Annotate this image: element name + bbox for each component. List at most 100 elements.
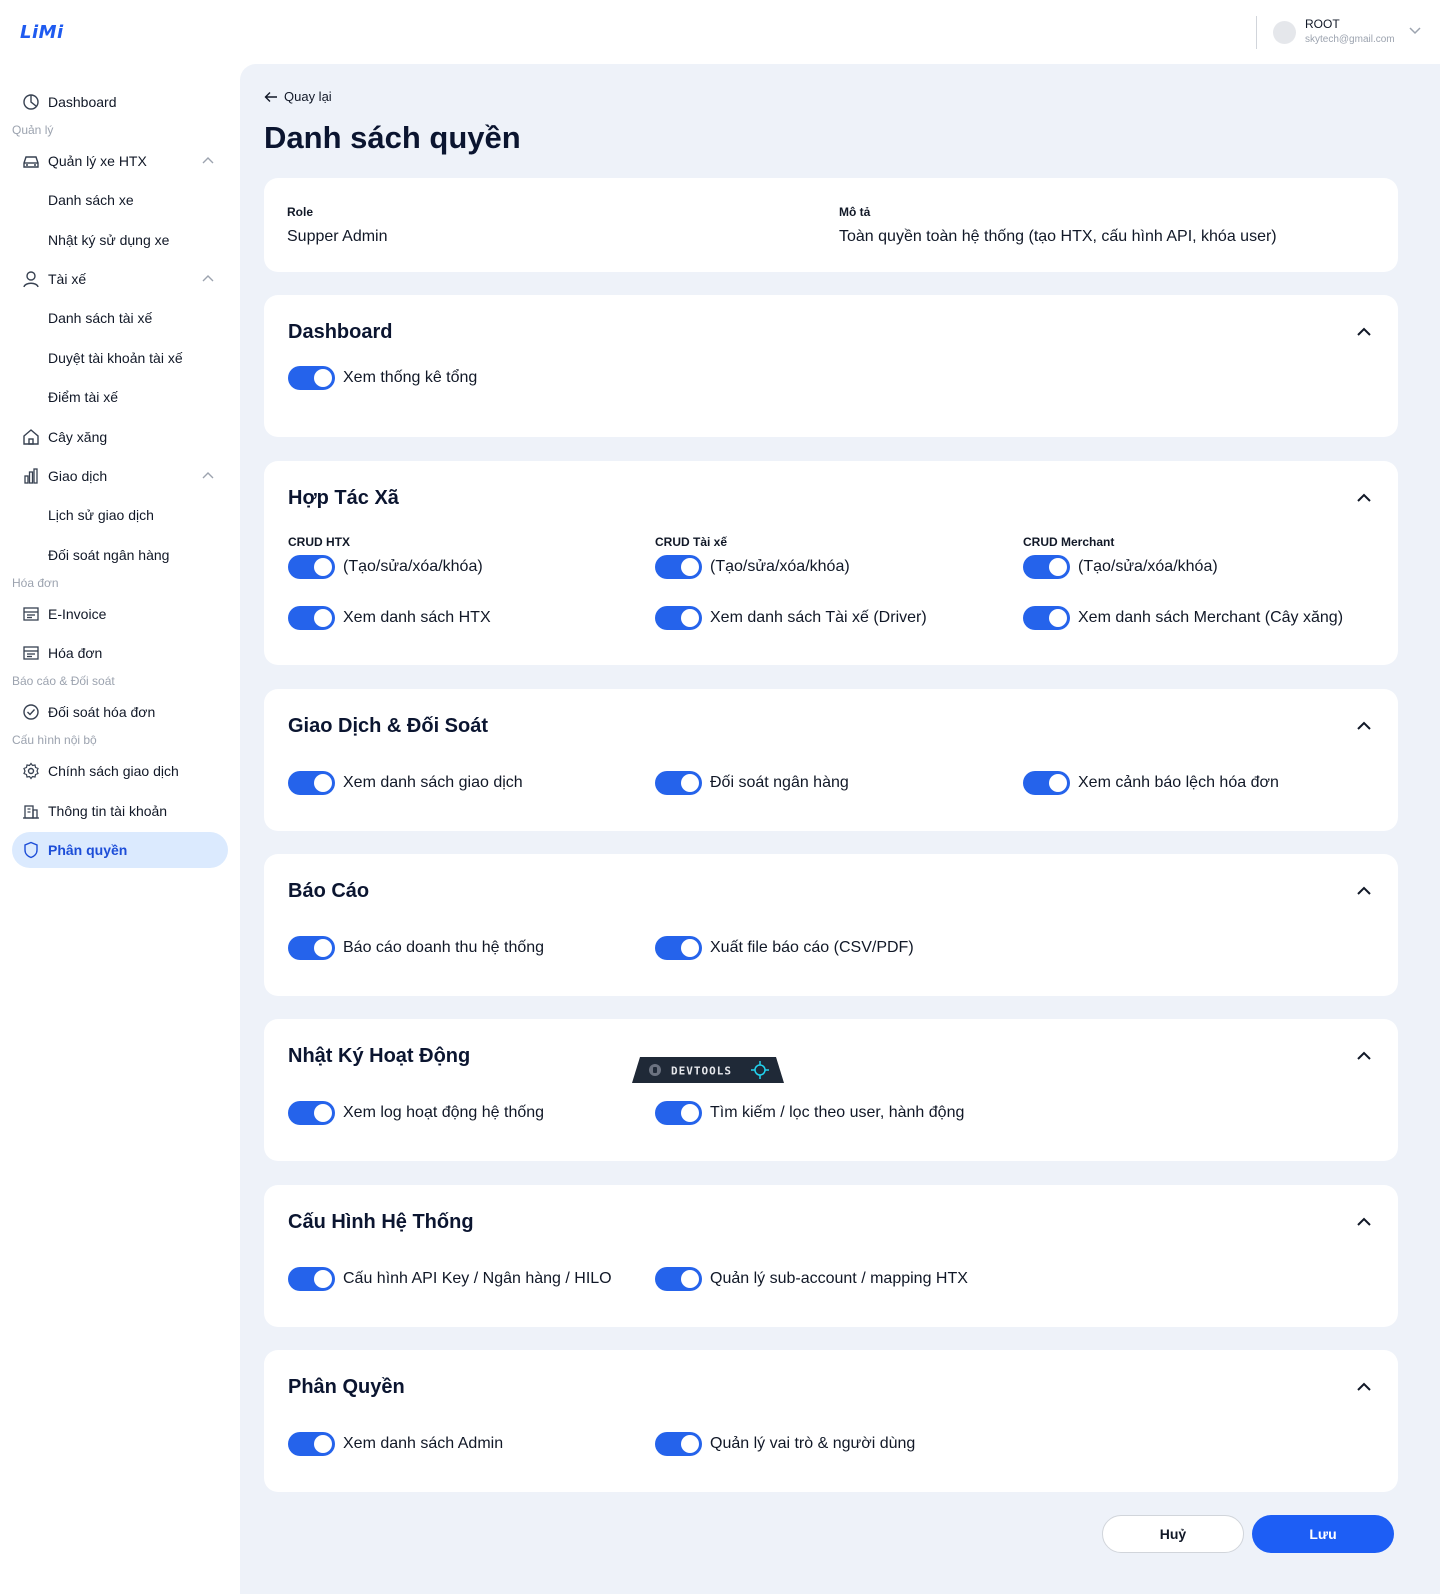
sidebar-item-nhat-ky-xe[interactable]: Nhật ký sử dụng xe [12, 222, 228, 258]
bar-chart-icon [24, 468, 38, 484]
sidebar-section-label: Cấu hình nội bộ [12, 733, 97, 747]
cancel-button[interactable]: Huỷ [1102, 1515, 1244, 1553]
sidebar-item-tai-xe[interactable]: Tài xế [12, 261, 228, 297]
permission-item: (Tạo/sửa/xóa/khóa) [655, 555, 850, 579]
chevron-up-icon[interactable] [1356, 1382, 1372, 1392]
permission-item: Xem log hoạt động hệ thống [288, 1101, 544, 1125]
permission-label: Xem danh sách Admin [343, 1435, 504, 1452]
shield-icon [24, 841, 38, 859]
sidebar-item-label: Phân quyền [48, 842, 128, 858]
permission-label: (Tạo/sửa/xóa/khóa) [710, 558, 850, 575]
sidebar-item-chinh-sach[interactable]: Chính sách giao dịch [12, 753, 228, 789]
permission-toggle[interactable] [1023, 771, 1070, 795]
save-button[interactable]: Lưu [1252, 1515, 1394, 1553]
section-title: Hợp Tác Xã [288, 487, 399, 509]
sidebar-item-hoa-don[interactable]: Hóa đơn [12, 635, 228, 671]
sidebar-item-danh-sach-xe[interactable]: Danh sách xe [12, 182, 228, 218]
sidebar-item-label: Nhật ký sử dụng xe [48, 232, 170, 248]
permission-toggle[interactable] [655, 1101, 702, 1125]
permission-toggle[interactable] [1023, 555, 1070, 579]
chevron-up-icon[interactable] [202, 471, 214, 479]
chevron-up-icon[interactable] [1356, 493, 1372, 503]
permission-label: Xem danh sách giao dịch [343, 774, 523, 791]
sidebar-item-xe-htx[interactable]: Quản lý xe HTX [12, 143, 228, 179]
permission-item: Xuất file báo cáo (CSV/PDF) [655, 936, 914, 960]
chevron-up-icon[interactable] [202, 156, 214, 164]
chevron-up-icon[interactable] [202, 274, 214, 282]
sidebar-section-label: Hóa đơn [12, 576, 59, 590]
section-htx: Hợp Tác Xã CRUD HTX CRUD Tài xế CRUD Mer… [264, 461, 1398, 665]
permission-toggle[interactable] [655, 936, 702, 960]
section-nhat-ky: Nhật Ký Hoạt Động Xem log hoạt động hệ t… [264, 1019, 1398, 1161]
permission-label: Cấu hình API Key / Ngân hàng / HILO [343, 1270, 612, 1287]
permission-item: Tìm kiếm / lọc theo user, hành động [655, 1101, 964, 1125]
sidebar-item-duyet-tai-khoan[interactable]: Duyệt tài khoản tài xế [12, 340, 228, 376]
chevron-up-icon[interactable] [1356, 721, 1372, 731]
permission-toggle[interactable] [655, 555, 702, 579]
permission-item: (Tạo/sửa/xóa/khóa) [1023, 555, 1218, 579]
sidebar-item-label: Thông tin tài khoản [48, 803, 168, 819]
chevron-up-icon[interactable] [1356, 1051, 1372, 1061]
permission-toggle[interactable] [288, 771, 335, 795]
permission-toggle[interactable] [288, 1267, 335, 1291]
sidebar-item-dashboard[interactable]: Dashboard [12, 84, 228, 120]
sidebar-item-doi-soat-ngan-hang[interactable]: Đối soát ngân hàng [12, 537, 228, 573]
section-title: Nhật Ký Hoạt Động [288, 1045, 471, 1067]
sidebar-item-label: Duyệt tài khoản tài xế [48, 350, 183, 366]
devtools-label: DEVTOOLS [671, 1065, 732, 1078]
top-bar: LiMi ROOT skytech@gmail.com [0, 0, 1440, 64]
chevron-up-icon[interactable] [1356, 1217, 1372, 1227]
description-label: Mô tả [839, 205, 871, 219]
permission-toggle[interactable] [288, 366, 335, 390]
section-title: Báo Cáo [288, 880, 370, 902]
permission-toggle[interactable] [1023, 606, 1070, 630]
arrow-left-icon [264, 91, 277, 102]
sidebar-item-label: Chính sách giao dịch [48, 763, 179, 779]
permission-item: Xem thống kê tổng [288, 366, 477, 390]
permission-label: Tìm kiếm / lọc theo user, hành động [710, 1104, 965, 1121]
sidebar-item-label: Giao dịch [48, 468, 108, 484]
devtools-badge[interactable]: DEVTOOLS [632, 1057, 784, 1083]
permission-toggle[interactable] [655, 1432, 702, 1456]
role-label: Role [287, 205, 314, 219]
permission-item: Báo cáo doanh thu hệ thống [288, 936, 544, 960]
permission-toggle[interactable] [288, 1101, 335, 1125]
permission-label: Xem cảnh báo lệch hóa đơn [1078, 774, 1279, 791]
back-link[interactable]: Quay lại [264, 89, 332, 104]
user-email: skytech@gmail.com [1305, 34, 1395, 45]
permission-toggle[interactable] [288, 606, 335, 630]
sidebar-item-doi-soat-hoa-don[interactable]: Đối soát hóa đơn [12, 694, 228, 730]
invoice-icon [23, 646, 39, 660]
avatar[interactable] [1273, 21, 1296, 44]
permission-toggle[interactable] [288, 555, 335, 579]
sidebar-item-diem-tai-xe[interactable]: Điểm tài xế [12, 379, 228, 415]
sidebar-item-lich-su-giao-dich[interactable]: Lịch sử giao dịch [12, 497, 228, 533]
user-name[interactable]: ROOT [1305, 17, 1340, 31]
app-logo[interactable]: LiMi [20, 22, 64, 43]
sidebar-item-thong-tin-tai-khoan[interactable]: Thông tin tài khoản [12, 793, 228, 829]
chevron-up-icon[interactable] [1356, 327, 1372, 337]
permission-label: Xem thống kê tổng [343, 369, 478, 386]
permission-item: Xem danh sách giao dịch [288, 771, 523, 795]
permission-toggle[interactable] [288, 1432, 335, 1456]
group-label-crud-tai-xe: CRUD Tài xế [655, 535, 728, 549]
sidebar-item-cay-xang[interactable]: Cây xăng [12, 419, 228, 455]
chevron-down-icon[interactable] [1408, 26, 1422, 36]
sidebar-item-danh-sach-tai-xe[interactable]: Danh sách tài xế [12, 300, 228, 336]
group-label-crud-htx: CRUD HTX [288, 535, 350, 549]
permission-toggle[interactable] [288, 936, 335, 960]
permission-toggle[interactable] [655, 606, 702, 630]
permission-item: Xem danh sách HTX [288, 606, 491, 630]
sidebar-item-e-invoice[interactable]: E-Invoice [12, 596, 228, 632]
sidebar-item-label: Tài xế [48, 271, 87, 287]
sidebar-item-giao-dich[interactable]: Giao dịch [12, 458, 228, 494]
building-icon [23, 805, 39, 819]
permission-toggle[interactable] [655, 1267, 702, 1291]
user-icon [23, 271, 39, 288]
permission-item: Xem danh sách Merchant (Cây xăng) [1023, 606, 1343, 630]
chevron-up-icon[interactable] [1356, 886, 1372, 896]
permission-toggle[interactable] [655, 771, 702, 795]
sidebar-item-phan-quyen[interactable]: Phân quyền [12, 832, 228, 868]
sidebar-item-label: Lịch sử giao dịch [48, 507, 154, 523]
permission-label: (Tạo/sửa/xóa/khóa) [343, 558, 483, 575]
